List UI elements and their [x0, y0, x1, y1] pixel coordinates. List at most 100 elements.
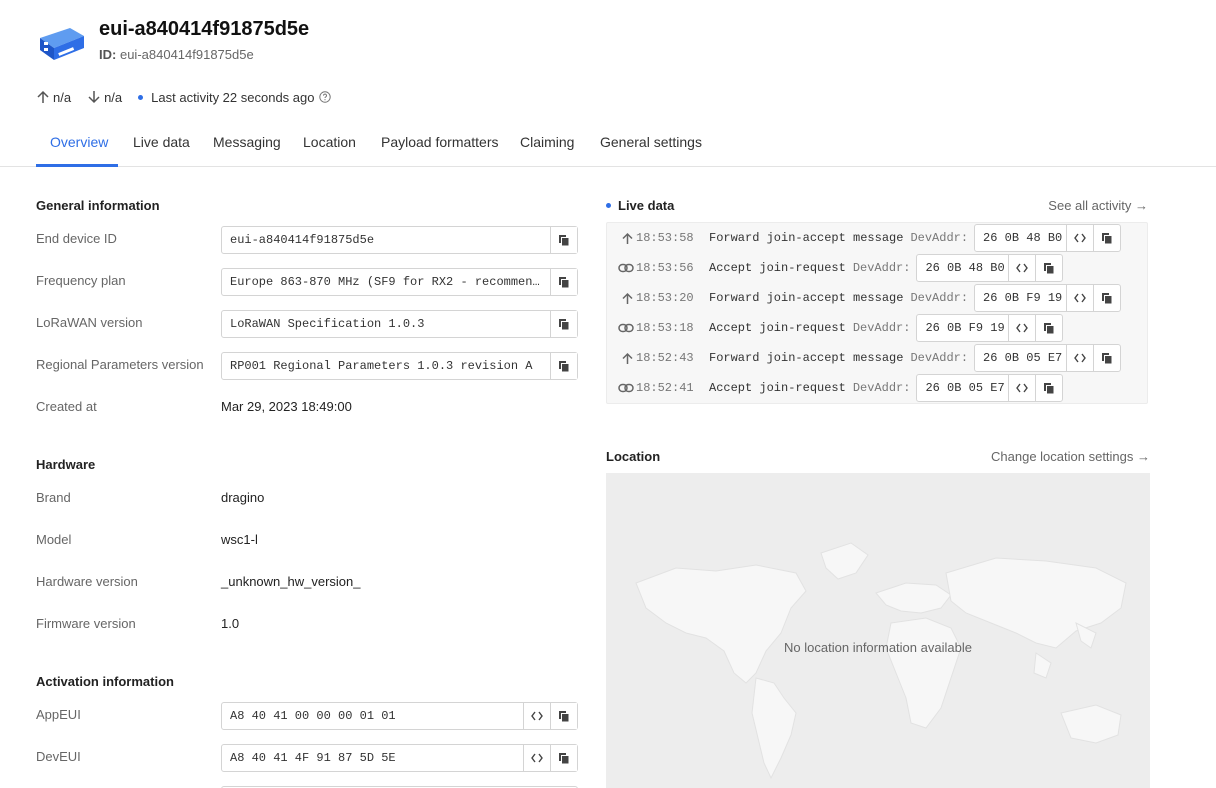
event-time: 18:52:41 — [636, 381, 694, 395]
event-message: Forward join-accept message — [709, 291, 904, 305]
copy-button[interactable] — [550, 311, 577, 337]
frequency-plan-value[interactable]: Europe 863-870 MHz (SF9 for RX2 - recomm… — [222, 269, 550, 295]
model-label: Model — [36, 532, 72, 547]
tab-claiming[interactable]: Claiming — [520, 134, 574, 150]
event-message: Forward join-accept message — [709, 231, 904, 245]
device-icon — [40, 28, 84, 60]
copy-icon — [1044, 262, 1055, 274]
devaddr-value[interactable]: 26 0B 05 E7 — [917, 375, 1008, 401]
tab-overview[interactable]: Overview — [50, 134, 108, 150]
tab-live-data[interactable]: Live data — [133, 134, 190, 150]
copy-button[interactable] — [1093, 345, 1120, 371]
code-icon — [1074, 293, 1086, 303]
toggle-format-button[interactable] — [523, 745, 550, 771]
event-time: 18:53:58 — [636, 231, 694, 245]
toggle-format-button[interactable] — [1066, 225, 1093, 251]
event-row[interactable]: 18:53:18 Accept join-request DevAddr: 26 0B… — [607, 313, 1064, 343]
deveui-value[interactable]: A8 40 41 4F 91 87 5D 5E — [222, 745, 523, 771]
event-key: DevAddr: — [910, 231, 969, 245]
tab-location[interactable]: Location — [303, 134, 356, 150]
copy-icon — [559, 360, 570, 372]
page-title: eui-a840414f91875d5e — [99, 18, 310, 40]
event-key: DevAddr: — [910, 351, 969, 365]
deveui-field: A8 40 41 4F 91 87 5D 5E — [221, 744, 578, 772]
end-device-id-value[interactable]: eui-a840414f91875d5e — [222, 227, 550, 253]
copy-icon — [559, 318, 570, 330]
event-row[interactable]: 18:53:20 Forward join-accept message DevAd… — [607, 283, 1122, 313]
code-icon — [1016, 323, 1029, 333]
event-row[interactable]: 18:52:43 Forward join-accept message DevAd… — [607, 343, 1122, 373]
created-at-value: Mar 29, 2023 18:49:00 — [221, 399, 352, 414]
toggle-format-button[interactable] — [1008, 375, 1035, 401]
event-message: Accept join-request — [709, 261, 846, 275]
link-icon — [607, 383, 636, 393]
frequency-plan-label: Frequency plan — [36, 273, 126, 288]
arrow-down-icon — [88, 91, 100, 104]
brand-label: Brand — [36, 490, 71, 505]
copy-button[interactable] — [550, 703, 577, 729]
link-icon — [607, 323, 636, 333]
activation-information-heading: Activation information — [36, 674, 174, 689]
devaddr-value[interactable]: 26 0B 05 E7 — [975, 345, 1066, 371]
devaddr-field: 26 0B 05 E7 — [916, 374, 1064, 402]
copy-button[interactable] — [1035, 315, 1062, 341]
toggle-format-button[interactable] — [1066, 345, 1093, 371]
live-data-title: Live data — [618, 198, 675, 213]
code-icon — [1074, 233, 1086, 243]
copy-button[interactable] — [1035, 255, 1062, 281]
downlink-count: n/a — [104, 89, 123, 105]
traffic-stats: n/a n/a Last activity 22 seconds ago — [36, 88, 350, 106]
devaddr-value[interactable]: 26 0B 48 B0 — [975, 225, 1066, 251]
copy-button[interactable] — [1093, 285, 1120, 311]
hardware-version-value: _unknown_hw_version_ — [221, 574, 361, 589]
last-activity-text: Last activity 22 seconds ago — [151, 89, 315, 105]
tab-general-settings[interactable]: General settings — [600, 134, 702, 150]
event-row[interactable]: 18:53:58 Forward join-accept message DevAd… — [607, 223, 1122, 253]
event-row[interactable]: 18:52:41 Accept join-request DevAddr: 26 0B… — [607, 373, 1064, 403]
devaddr-value[interactable]: 26 0B F9 19 — [975, 285, 1066, 311]
copy-button[interactable] — [550, 745, 577, 771]
appeui-value[interactable]: A8 40 41 00 00 00 01 01 — [222, 703, 523, 729]
hardware-version-label: Hardware version — [36, 574, 138, 589]
regional-params-value[interactable]: RP001 Regional Parameters 1.0.3 revision… — [222, 353, 550, 379]
copy-icon — [1102, 352, 1113, 364]
copy-icon — [1102, 292, 1113, 304]
appeui-label: AppEUI — [36, 707, 81, 722]
copy-button[interactable] — [1093, 225, 1120, 251]
copy-button[interactable] — [1035, 375, 1062, 401]
no-location-message: No location information available — [784, 640, 972, 655]
regional-params-field: RP001 Regional Parameters 1.0.3 revision… — [221, 352, 578, 380]
copy-icon — [1044, 382, 1055, 394]
arrow-up-icon — [607, 292, 636, 305]
tab-payload-formatters[interactable]: Payload formatters — [381, 134, 499, 150]
tab-messaging[interactable]: Messaging — [213, 134, 281, 150]
live-data-feed: 18:53:58 Forward join-accept message DevAd… — [606, 222, 1148, 404]
devaddr-value[interactable]: 26 0B 48 B0 — [917, 255, 1008, 281]
firmware-version-label: Firmware version — [36, 616, 136, 631]
devaddr-field: 26 0B F9 19 — [974, 284, 1122, 312]
arrow-up-icon — [607, 352, 636, 365]
toggle-format-button[interactable] — [1008, 315, 1035, 341]
help-icon[interactable] — [319, 91, 334, 103]
devaddr-value[interactable]: 26 0B F9 19 — [917, 315, 1008, 341]
status-dot — [138, 94, 144, 100]
toggle-format-button[interactable] — [1066, 285, 1093, 311]
code-icon — [531, 753, 543, 763]
change-location-settings-link[interactable]: Change location settings → — [991, 449, 1150, 464]
see-all-activity-link[interactable]: See all activity → — [1048, 198, 1148, 213]
lorawan-version-field: LoRaWAN Specification 1.0.3 — [221, 310, 578, 338]
event-row[interactable]: 18:53:56 Accept join-request DevAddr: 26 0B… — [607, 253, 1064, 283]
end-device-id-field: eui-a840414f91875d5e — [221, 226, 578, 254]
toggle-format-button[interactable] — [523, 703, 550, 729]
uplink-count: n/a — [53, 89, 72, 105]
copy-button[interactable] — [550, 269, 577, 295]
location-map[interactable]: No location information available — [606, 473, 1150, 788]
toggle-format-button[interactable] — [1008, 255, 1035, 281]
copy-button[interactable] — [550, 353, 577, 379]
deveui-label: DevEUI — [36, 749, 81, 764]
copy-button[interactable] — [550, 227, 577, 253]
event-message: Accept join-request — [709, 381, 846, 395]
copy-icon — [1044, 322, 1055, 334]
code-icon — [1016, 383, 1029, 393]
lorawan-version-value[interactable]: LoRaWAN Specification 1.0.3 — [222, 311, 550, 337]
